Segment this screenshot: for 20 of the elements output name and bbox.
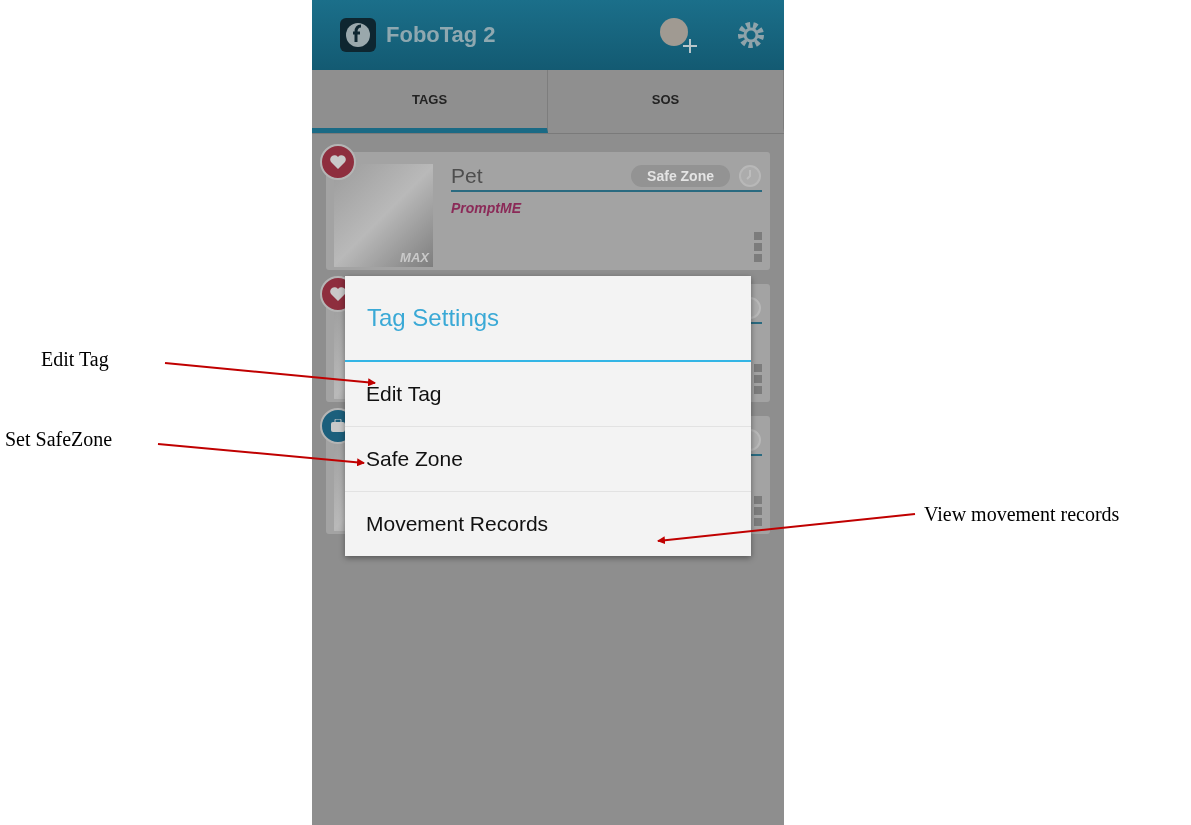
menu-item[interactable]: Movement Records (345, 491, 751, 556)
clock-icon (738, 164, 762, 188)
app-title: FoboTag 2 (386, 22, 497, 48)
tab[interactable]: SOS (548, 70, 784, 133)
heart-icon (330, 155, 346, 169)
tag-name: Pet (451, 164, 484, 188)
settings-icon[interactable] (736, 20, 766, 50)
app-logo-icon (340, 18, 376, 52)
annotation-label: Set SafeZone (5, 428, 113, 451)
annotation-label: View movement records (924, 503, 1120, 526)
bag-icon (330, 419, 346, 433)
heart-icon (330, 287, 346, 301)
safe-zone-badge: Safe Zone (631, 165, 730, 187)
menu-item[interactable]: Safe Zone (345, 426, 751, 491)
tab[interactable]: TAGS (312, 70, 548, 133)
annotation-label: Edit Tag (41, 348, 109, 371)
menu-item[interactable]: Edit Tag (345, 362, 751, 426)
photo-caption: MAX (400, 250, 429, 265)
dialog-title: Tag Settings (345, 276, 751, 362)
owner-name: PromptME (451, 200, 523, 216)
